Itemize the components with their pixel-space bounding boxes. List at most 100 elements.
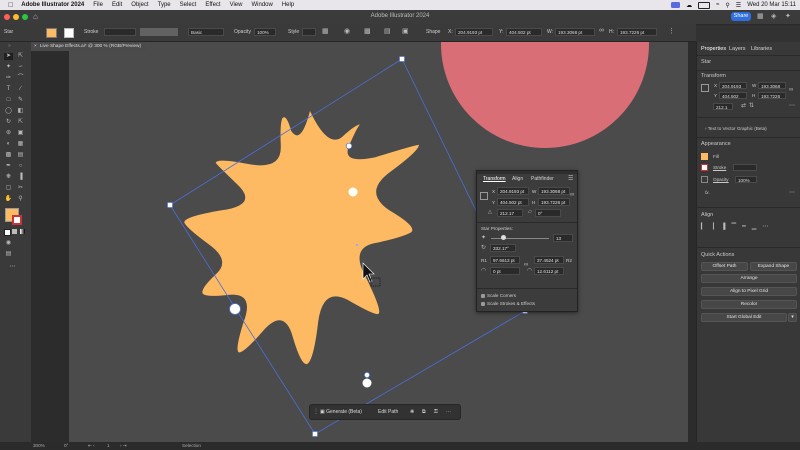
- panel-menu-icon[interactable]: ☰: [568, 175, 573, 182]
- tab-pathfinder[interactable]: Pathfinder: [531, 176, 554, 182]
- reference-point-icon[interactable]: [480, 192, 488, 200]
- lasso-tool-icon[interactable]: ∽: [16, 64, 25, 71]
- lock-icon[interactable]: ⚿: [434, 408, 438, 416]
- menu-select[interactable]: Select: [180, 2, 197, 8]
- stroke-weight-field[interactable]: [104, 28, 136, 36]
- tab-align[interactable]: Align: [512, 176, 523, 182]
- x-field[interactable]: 204.9193 pt: [455, 28, 493, 36]
- apple-icon[interactable]: : [8, 2, 13, 9]
- scale-strokes-checkbox[interactable]: [481, 302, 485, 306]
- align-left-icon[interactable]: ▎: [701, 224, 712, 230]
- menu-app-name[interactable]: Adobe Illustrator 2024: [21, 2, 84, 8]
- opacity-field[interactable]: 100%: [254, 28, 276, 36]
- graph-tool-icon[interactable]: ▐: [16, 174, 25, 181]
- distribute-icon[interactable]: ▤: [384, 27, 391, 35]
- x-field[interactable]: 204.9193 pt: [497, 187, 529, 195]
- artwork-svg[interactable]: [69, 42, 688, 442]
- eraser-tool-icon[interactable]: ◧: [16, 108, 25, 115]
- fill-label[interactable]: Fill: [713, 154, 719, 159]
- rectangle-tool-icon[interactable]: □: [4, 97, 13, 104]
- search-icon[interactable]: ⚲: [725, 2, 729, 9]
- line-tool-icon[interactable]: ∕: [16, 86, 25, 93]
- hand-tool-icon[interactable]: ✋: [4, 196, 13, 203]
- constrain-link-icon[interactable]: ∞: [789, 87, 793, 93]
- reference-point-icon[interactable]: [701, 84, 709, 92]
- tab-layers[interactable]: Layers: [729, 46, 746, 52]
- appearance-more-icon[interactable]: ⋯: [789, 189, 795, 196]
- drag-handle-icon[interactable]: ⋮: [313, 408, 319, 415]
- perspective-grid-tool-icon[interactable]: ▦: [16, 141, 25, 148]
- flip-vertical-icon[interactable]: ⇅: [749, 102, 754, 109]
- r2-field[interactable]: 37.4524 pt: [534, 256, 564, 264]
- tab-properties[interactable]: Properties: [701, 46, 726, 52]
- offset-path-button[interactable]: Offset Path: [701, 262, 748, 271]
- star-corner-widget[interactable]: [364, 372, 370, 378]
- creative-cloud-icon[interactable]: ☁: [686, 2, 692, 9]
- arrange-button[interactable]: Arrange: [701, 274, 797, 283]
- rotation-field[interactable]: 212.17: [497, 209, 523, 217]
- stroke-swatch[interactable]: [701, 164, 708, 171]
- y-field[interactable]: 404.502: [719, 92, 747, 99]
- points-slider[interactable]: [491, 238, 549, 239]
- workspace-icon[interactable]: ▦: [757, 12, 764, 20]
- align-bottom-icon[interactable]: ▁: [752, 224, 763, 230]
- transform-icon[interactable]: ▣: [402, 27, 409, 35]
- star-inner-radius-widget[interactable]: [362, 378, 372, 388]
- recolor-button[interactable]: Recolor: [701, 300, 797, 309]
- stroke-color-swatch[interactable]: [12, 215, 22, 225]
- magic-wand-icon[interactable]: ✦: [4, 64, 13, 71]
- more-actions-icon[interactable]: ⋯: [446, 408, 451, 416]
- control-center-icon[interactable]: ☰: [736, 2, 741, 9]
- duplicate-icon[interactable]: ⧉: [422, 408, 426, 416]
- menubar-clock[interactable]: Wed 20 Mar 15:11: [747, 2, 796, 8]
- opacity-label[interactable]: Opacity: [234, 28, 251, 36]
- w-field[interactable]: 193.3068 pt: [538, 187, 570, 195]
- gradient-tool-icon[interactable]: ▤: [16, 152, 25, 159]
- paintbrush-tool-icon[interactable]: ✎: [16, 97, 25, 104]
- artboard-tool-icon[interactable]: ▢: [4, 185, 13, 192]
- text-to-vector-link[interactable]: › Text to Vector Graphic (Beta): [705, 126, 767, 131]
- stroke-swatch[interactable]: [64, 28, 74, 38]
- align-vcenter-icon[interactable]: ━: [742, 224, 752, 230]
- stroke-label[interactable]: Stroke: [713, 165, 726, 170]
- h-field[interactable]: 193.7226: [758, 92, 786, 99]
- wifi-icon[interactable]: ≈: [716, 2, 719, 8]
- shape-builder-tool-icon[interactable]: ◐: [4, 141, 13, 148]
- align-right-icon[interactable]: ▐: [721, 224, 731, 230]
- menu-window[interactable]: Window: [251, 2, 272, 8]
- pink-circle-shape[interactable]: [441, 42, 649, 148]
- star-radius-widget[interactable]: [348, 187, 358, 197]
- pen-tool-icon[interactable]: ✑: [4, 75, 13, 82]
- start-global-edit-button[interactable]: Start Global Edit: [701, 313, 787, 322]
- mesh-tool-icon[interactable]: ▩: [4, 152, 13, 159]
- corner-type-icon[interactable]: ◠: [481, 267, 486, 274]
- draw-mode-icon[interactable]: ◉: [4, 240, 13, 247]
- edit-path-button[interactable]: Edit Path: [378, 408, 398, 416]
- bbox-handle-top[interactable]: [399, 56, 405, 62]
- style-label[interactable]: Style: [288, 28, 299, 36]
- menu-help[interactable]: Help: [282, 2, 294, 8]
- menu-object[interactable]: Object: [131, 2, 148, 8]
- transform-panel-header[interactable]: [477, 171, 577, 174]
- variable-width-field[interactable]: [140, 28, 178, 36]
- blend-tool-icon[interactable]: ○: [16, 163, 25, 170]
- discover-icon[interactable]: ◈: [771, 12, 776, 20]
- fill-swatch[interactable]: [46, 28, 57, 38]
- align-icon[interactable]: ▦: [322, 27, 329, 35]
- color-mode-icon[interactable]: [12, 229, 17, 234]
- tab-libraries[interactable]: Libraries: [751, 46, 772, 52]
- menu-effect[interactable]: Effect: [205, 2, 220, 8]
- width-tool-icon[interactable]: ⊛: [4, 130, 13, 137]
- artboard-nav-first-icon[interactable]: ⇤ ‹: [88, 443, 95, 449]
- share-button[interactable]: Share: [731, 12, 751, 21]
- default-colors-icon[interactable]: [4, 229, 11, 236]
- menu-view[interactable]: View: [230, 2, 243, 8]
- opacity-label[interactable]: Opacity: [713, 177, 729, 182]
- type-tool-icon[interactable]: T: [4, 86, 13, 93]
- rotate-widget[interactable]: [229, 303, 241, 315]
- document-canvas[interactable]: [69, 42, 688, 442]
- star-points-widget[interactable]: [345, 142, 353, 150]
- sparkle-icon[interactable]: ✦: [785, 12, 791, 20]
- expand-shape-button[interactable]: Expand Shape: [750, 262, 797, 271]
- more-options-icon[interactable]: ⋮: [668, 27, 675, 35]
